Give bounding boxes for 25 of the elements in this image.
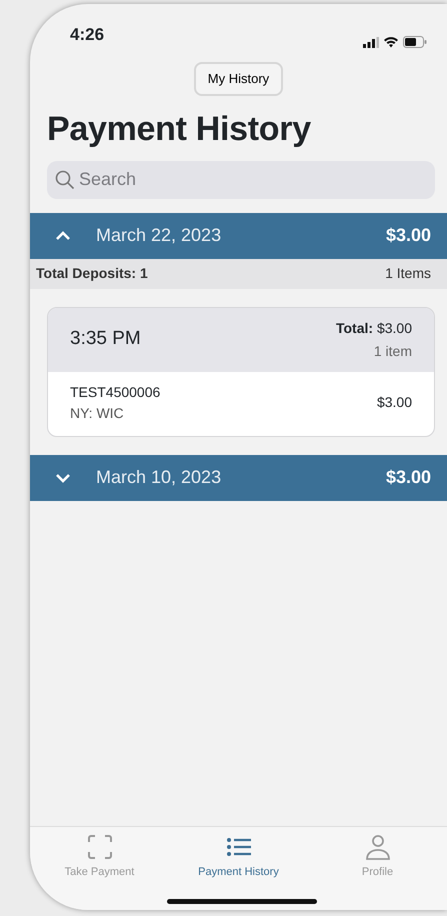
item-count: 1 item — [372, 342, 412, 360]
wifi-icon — [383, 36, 399, 48]
search-field[interactable]: Search — [47, 160, 435, 198]
transaction-card[interactable]: 3:35 PM Total: $3.00 1 item TEST4500006 NY: WIC $3.00 — [47, 306, 435, 436]
page-title: Payment History — [47, 108, 312, 150]
transaction-time: 3:35 PM — [70, 327, 141, 352]
my-history-button[interactable]: My History — [194, 62, 284, 96]
line-amount: $3.00 — [376, 393, 412, 412]
person-icon — [364, 833, 392, 861]
date-group-header[interactable]: March 10, 2023 $3.00 — [30, 454, 447, 500]
battery-icon — [403, 36, 427, 48]
program-name: NY: WIC — [70, 404, 125, 422]
deposits-count: Total Deposits: 1 — [36, 264, 148, 283]
tab-bar-item[interactable]: Payment History — [169, 833, 308, 910]
items-count: 1 Items — [385, 264, 431, 283]
scan-frame-icon — [86, 833, 114, 861]
status-time: 4:26 — [70, 24, 104, 46]
group-date: March 22, 2023 — [96, 224, 222, 247]
group-total: $3.00 — [386, 224, 431, 247]
transaction-total: Total: $3.00 — [336, 319, 412, 338]
group-total: $3.00 — [386, 466, 431, 489]
group-date: March 10, 2023 — [96, 466, 222, 489]
signal-icon — [363, 36, 379, 48]
transaction-id: TEST4500006 — [70, 382, 160, 402]
date-group-header[interactable]: March 22, 2023 $3.00 — [30, 212, 447, 258]
